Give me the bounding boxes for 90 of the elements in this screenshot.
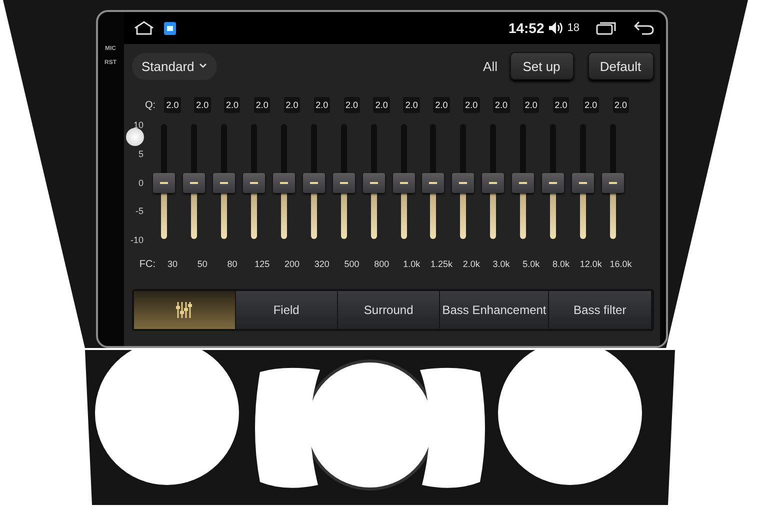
tab[interactable]: Surround bbox=[338, 291, 440, 329]
slider-track[interactable] bbox=[362, 124, 385, 239]
slider-thumb[interactable] bbox=[183, 172, 206, 192]
fc-label: FC: bbox=[138, 258, 156, 270]
frequency-label: 16.0k bbox=[610, 259, 632, 269]
frequency-label: 30 bbox=[167, 259, 178, 269]
slider-track[interactable] bbox=[332, 124, 355, 239]
q-value[interactable]: 2.0 bbox=[344, 97, 360, 113]
slider-track[interactable] bbox=[243, 124, 266, 239]
frequency-label: 3.0k bbox=[492, 259, 510, 269]
floating-assist-button[interactable] bbox=[126, 128, 144, 146]
slider-thumb[interactable] bbox=[452, 172, 474, 192]
q-value[interactable]: 2.0 bbox=[492, 97, 510, 113]
frequency-label: 50 bbox=[197, 259, 208, 269]
tab[interactable]: Bass Enhancement bbox=[440, 291, 550, 329]
slider-thumb[interactable] bbox=[422, 172, 444, 192]
volume-level: 18 bbox=[567, 22, 580, 34]
slider-thumb[interactable] bbox=[392, 172, 415, 192]
q-value[interactable]: 2.0 bbox=[164, 97, 181, 113]
q-label: Q: bbox=[144, 100, 156, 110]
tab[interactable]: Bass filter bbox=[549, 291, 652, 329]
app-icon[interactable] bbox=[164, 22, 176, 34]
slider-thumb[interactable] bbox=[332, 172, 355, 192]
scale-label: -5 bbox=[135, 206, 144, 216]
scale-label: 5 bbox=[138, 148, 144, 159]
frequency-label: 1.25k bbox=[430, 259, 452, 269]
slider-thumb[interactable] bbox=[572, 172, 594, 192]
frequency-label: 800 bbox=[374, 259, 390, 269]
frequency-label: 500 bbox=[344, 259, 360, 269]
frequency-label: 200 bbox=[284, 259, 300, 269]
slider-thumb[interactable] bbox=[542, 172, 564, 192]
recent-apps-icon[interactable] bbox=[596, 21, 616, 35]
slider-track[interactable] bbox=[512, 124, 534, 239]
q-value[interactable]: 2.0 bbox=[552, 97, 570, 113]
frequency-label: 2.0k bbox=[462, 259, 480, 269]
slider-thumb[interactable] bbox=[273, 172, 295, 192]
equalizer-icon bbox=[175, 301, 194, 319]
q-value[interactable]: 2.0 bbox=[433, 97, 450, 113]
q-value[interactable]: 2.0 bbox=[373, 97, 390, 113]
slider-thumb[interactable] bbox=[482, 172, 504, 192]
clock: 14:52 bbox=[508, 20, 544, 36]
equalizer-tab[interactable] bbox=[134, 291, 236, 329]
slider-track[interactable] bbox=[542, 124, 564, 239]
scale-label: -10 bbox=[130, 235, 144, 245]
slider-thumb[interactable] bbox=[362, 172, 385, 192]
q-value[interactable]: 2.0 bbox=[612, 97, 630, 113]
slider-track[interactable] bbox=[392, 124, 415, 239]
q-value[interactable]: 2.0 bbox=[403, 97, 420, 113]
back-icon[interactable] bbox=[634, 21, 654, 35]
slider-track[interactable] bbox=[452, 124, 474, 239]
scale-label: 0 bbox=[138, 178, 144, 188]
toolbar-button[interactable]: Set up bbox=[510, 52, 574, 80]
frequency-label: 80 bbox=[227, 259, 238, 269]
q-value[interactable]: 2.0 bbox=[463, 97, 480, 113]
frequency-label: 125 bbox=[254, 259, 270, 269]
caret-icon bbox=[199, 63, 208, 69]
frequency-label: 5.0k bbox=[522, 259, 540, 269]
tab[interactable]: Field bbox=[236, 291, 338, 329]
q-value[interactable]: 2.0 bbox=[224, 97, 240, 113]
frequency-label: 1.0k bbox=[403, 259, 420, 269]
slider-track[interactable] bbox=[302, 124, 325, 239]
frequency-label: 8.0k bbox=[552, 259, 570, 269]
slider-track[interactable] bbox=[153, 124, 176, 239]
q-value[interactable]: 2.0 bbox=[314, 97, 330, 113]
slider-track[interactable] bbox=[213, 124, 236, 239]
slider-thumb[interactable] bbox=[213, 172, 236, 192]
slider-track[interactable] bbox=[273, 124, 295, 239]
slider-track[interactable] bbox=[602, 124, 624, 239]
slider-thumb[interactable] bbox=[243, 172, 266, 192]
q-value[interactable]: 2.0 bbox=[582, 97, 600, 113]
toolbar-button[interactable]: Default bbox=[588, 52, 654, 80]
slider-thumb[interactable] bbox=[302, 172, 325, 192]
home-icon[interactable] bbox=[134, 21, 154, 35]
preset-dropdown[interactable]: Standard bbox=[132, 52, 218, 80]
q-value[interactable]: 2.0 bbox=[284, 97, 300, 113]
frequency-label: 12.0k bbox=[580, 259, 602, 269]
slider-track[interactable] bbox=[422, 124, 444, 239]
speaker-icon[interactable] bbox=[548, 21, 564, 35]
slider-thumb[interactable] bbox=[512, 172, 534, 192]
slider-track[interactable] bbox=[482, 124, 504, 239]
slider-track[interactable] bbox=[572, 124, 594, 239]
slider-thumb[interactable] bbox=[153, 172, 176, 192]
frequency-label: 320 bbox=[314, 259, 330, 269]
slider-thumb[interactable] bbox=[602, 172, 624, 192]
q-value[interactable]: 2.0 bbox=[522, 97, 540, 113]
slider-track[interactable] bbox=[183, 124, 206, 239]
mode-label: All bbox=[483, 58, 498, 74]
q-value[interactable]: 2.0 bbox=[194, 97, 211, 113]
scale-label: 10 bbox=[133, 120, 144, 130]
q-value[interactable]: 2.0 bbox=[254, 97, 270, 113]
